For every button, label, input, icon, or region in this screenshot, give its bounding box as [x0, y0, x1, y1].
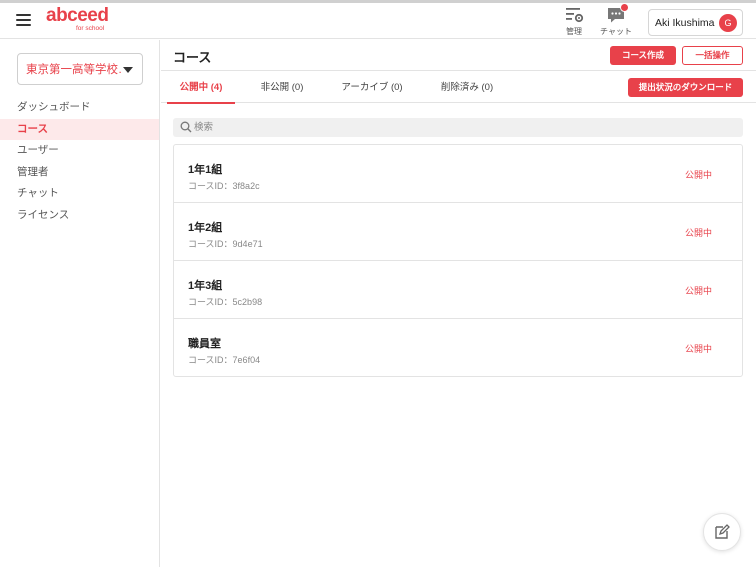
admin-settings-icon	[566, 8, 584, 23]
logo-text: abceed	[46, 5, 109, 26]
course-id: コースID：3f8a2c	[188, 181, 260, 191]
search-bar	[173, 118, 743, 137]
sidebar-item-courses[interactable]: コース	[0, 118, 159, 141]
tab-deleted[interactable]: 削除済み (0)	[427, 72, 507, 103]
chat-button[interactable]: チャット	[599, 3, 633, 39]
course-row[interactable]: 1年2組 コースID：9d4e71 公開中	[174, 203, 742, 261]
compose-button[interactable]	[703, 513, 741, 551]
course-status: 公開中	[685, 286, 713, 296]
course-id: コースID：5c2b98	[188, 297, 263, 307]
tab-private[interactable]: 非公開 (0)	[247, 72, 317, 103]
menu-icon[interactable]	[16, 14, 31, 26]
create-course-button[interactable]: コース作成	[610, 46, 676, 65]
tab-archived[interactable]: アーカイブ (0)	[327, 72, 417, 103]
sidebar-item-dashboard[interactable]: ダッシュボード	[0, 97, 159, 119]
course-row[interactable]: 1年1組 コースID：3f8a2c 公開中	[174, 145, 742, 203]
chat-notification-badge	[620, 3, 629, 12]
logo-subtext: for school	[76, 25, 105, 32]
course-id: コースID：9d4e71	[188, 239, 263, 249]
sidebar-item-admins[interactable]: 管理者	[0, 162, 159, 184]
tab-published[interactable]: 公開中 (4)	[167, 72, 235, 104]
app-header: abceed for school 管理 チャット Aki Ikushima G	[0, 3, 756, 39]
course-status: 公開中	[685, 228, 713, 238]
main-content: コース コース作成 一括操作 公開中 (4) 非公開 (0) アーカイブ (0)…	[161, 40, 756, 567]
sidebar-nav: ダッシュボード コース ユーザー 管理者 チャット ライセンス	[0, 97, 159, 227]
course-name: 職員室	[188, 338, 221, 350]
admin-label: 管理	[566, 27, 582, 36]
sidebar-item-chat[interactable]: チャット	[0, 183, 159, 205]
school-select[interactable]: 東京第一高等学校…	[17, 53, 143, 85]
course-list: 1年1組 コースID：3f8a2c 公開中 1年2組 コースID：9d4e71 …	[173, 144, 743, 377]
user-name: Aki Ikushima	[655, 16, 715, 29]
course-id: コースID：7e6f04	[188, 355, 261, 365]
school-name: 東京第一高等学校…	[26, 64, 122, 76]
sidebar-item-licenses[interactable]: ライセンス	[0, 205, 159, 227]
course-name: 1年1組	[188, 164, 223, 176]
main-header: コース コース作成 一括操作	[161, 40, 756, 71]
avatar: G	[719, 14, 737, 32]
caret-down-icon	[123, 67, 133, 73]
download-submission-button[interactable]: 提出状況のダウンロード	[628, 78, 743, 97]
sidebar-item-users[interactable]: ユーザー	[0, 140, 159, 162]
course-name: 1年2組	[188, 222, 223, 234]
admin-menu-button[interactable]: 管理	[557, 5, 591, 39]
status-tabs: 公開中 (4) 非公開 (0) アーカイブ (0) 削除済み (0) 提出状況の…	[161, 72, 756, 104]
course-row[interactable]: 1年3組 コースID：5c2b98 公開中	[174, 261, 742, 319]
bulk-action-button[interactable]: 一括操作	[682, 46, 743, 65]
course-status: 公開中	[685, 344, 713, 354]
course-row[interactable]: 職員室 コースID：7e6f04 公開中	[174, 319, 742, 376]
edit-icon	[715, 524, 730, 539]
search-icon	[180, 121, 192, 133]
sidebar: 東京第一高等学校… ダッシュボード コース ユーザー 管理者 チャット ライセン…	[0, 40, 160, 567]
search-input[interactable]	[194, 118, 734, 137]
chat-label: チャット	[600, 27, 632, 36]
course-name: 1年3組	[188, 280, 223, 292]
course-status: 公開中	[685, 170, 713, 180]
user-account-button[interactable]: Aki Ikushima G	[648, 9, 743, 36]
app-logo[interactable]: abceed for school	[46, 5, 116, 35]
page-title: コース	[173, 50, 212, 65]
